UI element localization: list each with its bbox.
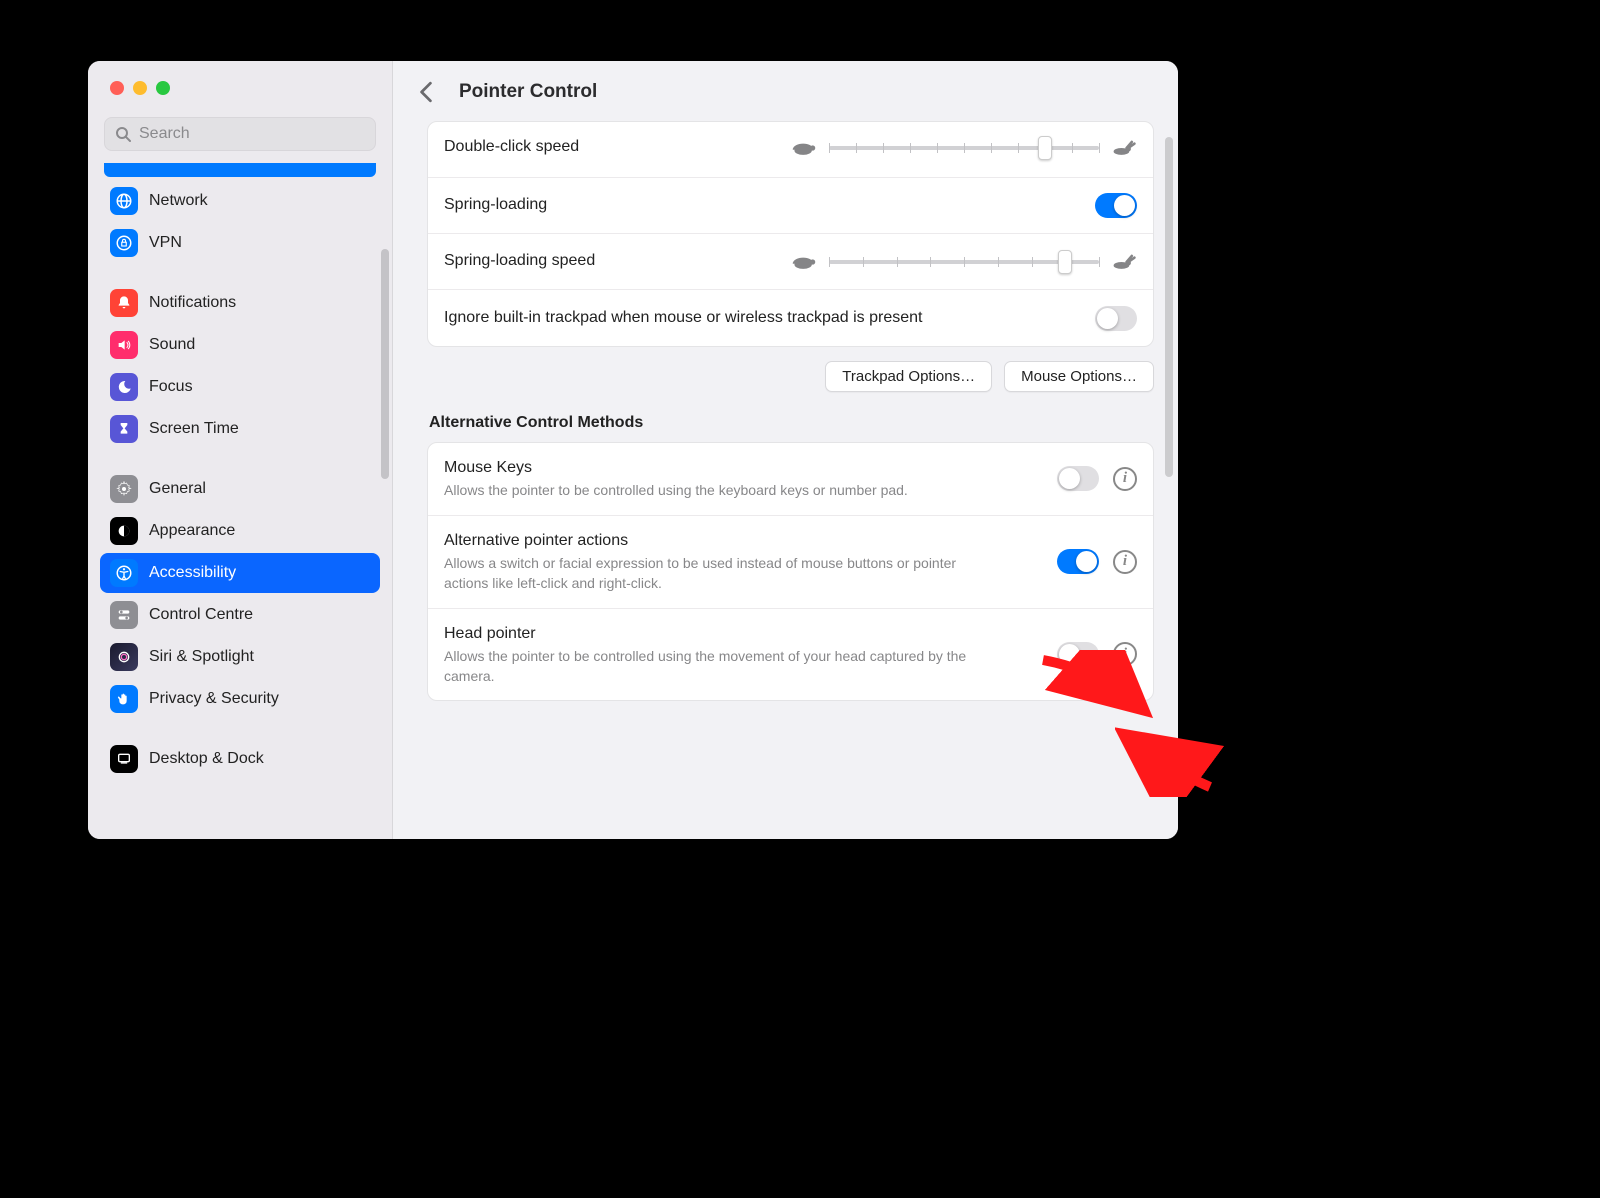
row-spring-loading-speed: Spring-loading speed — [428, 234, 1153, 290]
sidebar-label-notifications: Notifications — [149, 294, 236, 312]
section-header-alt-methods: Alternative Control Methods — [429, 414, 1154, 432]
toggle-ignore-trackpad[interactable] — [1095, 306, 1137, 331]
alt-methods-card: Mouse Keys Allows the pointer to be cont… — [427, 442, 1154, 701]
sidebar-label-privacy: Privacy & Security — [149, 690, 279, 708]
desc-head-pointer: Allows the pointer to be controlled usin… — [444, 647, 984, 686]
minimize-window-button[interactable] — [133, 81, 147, 95]
sidebar-scroll[interactable]: Network VPN Notifications Sound Foc — [88, 163, 392, 839]
sidebar-label-screentime: Screen Time — [149, 420, 239, 438]
slider-thumb[interactable] — [1038, 136, 1052, 160]
toggle-alt-pointer-actions[interactable] — [1057, 549, 1099, 574]
moon-icon — [110, 373, 138, 401]
row-double-click-speed: Double-click speed — [428, 122, 1153, 178]
label-head-pointer: Head pointer — [444, 623, 1057, 645]
dock-icon — [110, 745, 138, 773]
rabbit-icon — [1111, 253, 1137, 271]
info-head-pointer[interactable]: i — [1113, 642, 1137, 666]
close-window-button[interactable] — [110, 81, 124, 95]
page-title: Pointer Control — [459, 81, 597, 103]
row-mouse-keys: Mouse Keys Allows the pointer to be cont… — [428, 443, 1153, 516]
sidebar-label-appearance: Appearance — [149, 522, 235, 540]
toggle-mouse-keys[interactable] — [1057, 466, 1099, 491]
main-content: Pointer Control Double-click speed — [393, 61, 1178, 839]
sidebar-label-accessibility: Accessibility — [149, 564, 236, 582]
row-spring-loading: Spring-loading — [428, 178, 1153, 234]
info-mouse-keys[interactable]: i — [1113, 467, 1137, 491]
sidebar: Network VPN Notifications Sound Foc — [88, 61, 393, 839]
sidebar-item-desktop-dock[interactable]: Desktop & Dock — [100, 739, 380, 779]
sidebar-label-sound: Sound — [149, 336, 195, 354]
sidebar-label-siri: Siri & Spotlight — [149, 648, 254, 666]
gear-icon — [110, 475, 138, 503]
row-ignore-trackpad: Ignore built-in trackpad when mouse or w… — [428, 290, 1153, 346]
pointer-settings-card: Double-click speed Spring-loading — [427, 121, 1154, 347]
maximize-window-button[interactable] — [156, 81, 170, 95]
sidebar-label-desktop-dock: Desktop & Dock — [149, 750, 264, 768]
siri-icon — [110, 643, 138, 671]
slider-double-click[interactable] — [791, 139, 1137, 157]
chevron-left-icon — [419, 81, 433, 103]
sidebar-item-notifications[interactable]: Notifications — [100, 283, 380, 323]
label-spring-loading: Spring-loading — [444, 194, 1095, 216]
sidebar-scrollbar[interactable] — [381, 249, 389, 479]
window-controls — [88, 61, 392, 95]
tortoise-icon — [791, 253, 817, 271]
rabbit-icon — [1111, 139, 1137, 157]
row-alt-pointer-actions: Alternative pointer actions Allows a swi… — [428, 516, 1153, 609]
sidebar-item-screen-time[interactable]: Screen Time — [100, 409, 380, 449]
control-centre-icon — [110, 601, 138, 629]
sidebar-item-control-centre[interactable]: Control Centre — [100, 595, 380, 635]
search-input[interactable] — [139, 125, 365, 143]
sidebar-label-general: General — [149, 480, 206, 498]
accessibility-icon — [110, 559, 138, 587]
desc-alt-pointer-actions: Allows a switch or facial expression to … — [444, 554, 984, 593]
globe-icon — [110, 187, 138, 215]
sidebar-item-vpn[interactable]: VPN — [100, 223, 380, 263]
sound-icon — [110, 331, 138, 359]
trackpad-options-button[interactable]: Trackpad Options… — [825, 361, 992, 392]
sidebar-label-control-centre: Control Centre — [149, 606, 253, 624]
vpn-icon — [110, 229, 138, 257]
settings-window: Network VPN Notifications Sound Foc — [88, 61, 1178, 839]
sidebar-label-vpn: VPN — [149, 234, 182, 252]
sidebar-peek-item — [104, 163, 376, 177]
slider-track[interactable] — [829, 146, 1099, 150]
slider-spring-loading[interactable] — [791, 253, 1137, 271]
label-double-click-speed: Double-click speed — [444, 136, 791, 158]
search-icon — [115, 126, 131, 142]
back-button[interactable] — [415, 81, 437, 103]
label-ignore-trackpad: Ignore built-in trackpad when mouse or w… — [444, 307, 984, 329]
slider-thumb[interactable] — [1058, 250, 1072, 274]
sidebar-item-accessibility[interactable]: Accessibility — [100, 553, 380, 593]
options-buttons: Trackpad Options… Mouse Options… — [427, 361, 1154, 392]
sidebar-item-appearance[interactable]: Appearance — [100, 511, 380, 551]
label-spring-loading-speed: Spring-loading speed — [444, 250, 791, 272]
sidebar-item-sound[interactable]: Sound — [100, 325, 380, 365]
content-scroll[interactable]: Double-click speed Spring-loading — [393, 121, 1178, 839]
label-alt-pointer-actions: Alternative pointer actions — [444, 530, 1057, 552]
toggle-spring-loading[interactable] — [1095, 193, 1137, 218]
slider-track[interactable] — [829, 260, 1099, 264]
label-mouse-keys: Mouse Keys — [444, 457, 1057, 479]
sidebar-item-general[interactable]: General — [100, 469, 380, 509]
toggle-head-pointer[interactable] — [1057, 642, 1099, 667]
sidebar-item-siri[interactable]: Siri & Spotlight — [100, 637, 380, 677]
desc-mouse-keys: Allows the pointer to be controlled usin… — [444, 481, 984, 501]
bell-icon — [110, 289, 138, 317]
sidebar-item-focus[interactable]: Focus — [100, 367, 380, 407]
search-field[interactable] — [104, 117, 376, 151]
sidebar-item-privacy[interactable]: Privacy & Security — [100, 679, 380, 719]
sidebar-item-network[interactable]: Network — [100, 181, 380, 221]
sidebar-label-network: Network — [149, 192, 208, 210]
main-scrollbar[interactable] — [1165, 137, 1173, 477]
tortoise-icon — [791, 139, 817, 157]
hourglass-icon — [110, 415, 138, 443]
header: Pointer Control — [393, 61, 1178, 121]
info-alt-pointer-actions[interactable]: i — [1113, 550, 1137, 574]
sidebar-label-focus: Focus — [149, 378, 193, 396]
mouse-options-button[interactable]: Mouse Options… — [1004, 361, 1154, 392]
appearance-icon — [110, 517, 138, 545]
hand-icon — [110, 685, 138, 713]
row-head-pointer: Head pointer Allows the pointer to be co… — [428, 609, 1153, 701]
